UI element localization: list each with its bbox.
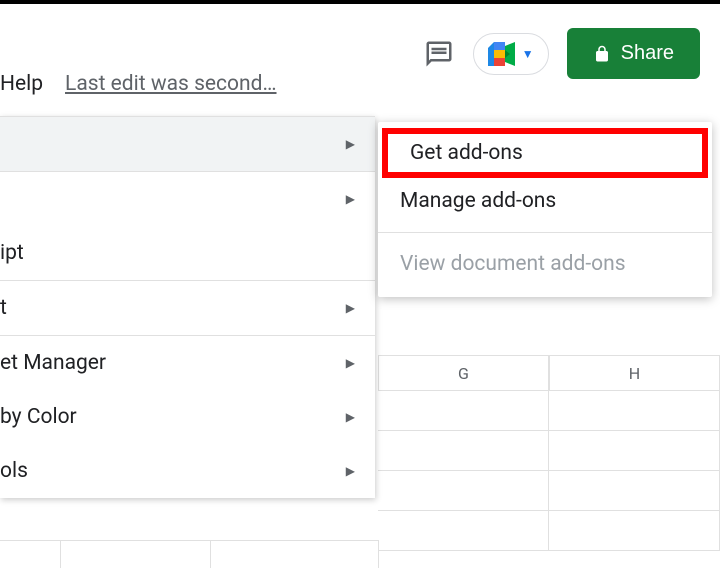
comment-history-icon[interactable] [423,38,455,70]
col-divider [210,540,211,568]
cell[interactable] [549,511,720,551]
menu-item-apps-script[interactable]: ipt [0,226,375,280]
menu-item-label: ipt [0,241,24,265]
cell[interactable] [378,511,549,551]
menu-item-tools[interactable]: ols ▶ [0,444,375,498]
cell[interactable] [549,431,720,471]
last-edit-link[interactable]: Last edit was second… [65,72,277,96]
menu-item-label: by Color [0,405,77,429]
submenu-arrow-icon: ▶ [346,137,355,151]
addons-submenu: Get add-ons Manage add-ons View document… [378,122,712,297]
cell[interactable] [549,391,720,431]
submenu-arrow-icon: ▶ [346,301,355,315]
grid-border [0,540,378,541]
menu-item-label: t [0,296,7,320]
submenu-label: View document add-ons [400,252,626,276]
column-header-g[interactable]: G [378,355,549,391]
menu-item-generic-1[interactable]: t ▶ [0,281,375,335]
dropdown-caret-icon: ▼ [522,47,534,61]
submenu-manage-addons[interactable]: Manage add-ons [378,176,712,226]
column-headers: G H [378,355,720,391]
menu-item-label: et Manager [0,351,106,375]
share-label: Share [621,42,674,65]
lock-icon [593,45,611,63]
submenu-label: Get add-ons [410,141,523,165]
grid-row [378,391,720,431]
menu-help[interactable]: Help [0,72,43,96]
grid-row [378,431,720,471]
menu-item-macros[interactable]: ▶ [0,172,375,226]
menu-item-by-color[interactable]: by Color ▶ [0,390,375,444]
spreadsheet-grid[interactable]: G H [378,355,720,568]
col-divider [60,540,61,568]
menubar: Help Last edit was second… [0,72,277,96]
col-divider [378,540,379,568]
grid-row [378,471,720,511]
submenu-arrow-icon: ▶ [346,410,355,424]
menu-item-sheet-manager[interactable]: et Manager ▶ [0,336,375,390]
menu-item-label: ols [0,459,28,483]
window-top-border [0,0,720,4]
cell[interactable] [378,431,549,471]
grid-row [378,511,720,551]
header-toolbar: ▼ Share [423,28,700,79]
share-button[interactable]: Share [567,28,700,79]
meet-button[interactable]: ▼ [473,33,549,75]
cell[interactable] [378,471,549,511]
submenu-get-addons[interactable]: Get add-ons [382,128,708,178]
divider [378,232,712,233]
submenu-arrow-icon: ▶ [346,356,355,370]
submenu-label: Manage add-ons [400,189,556,213]
menu-item-addons[interactable]: ▶ [0,117,375,171]
submenu-arrow-icon: ▶ [346,464,355,478]
column-header-h[interactable]: H [549,355,720,391]
submenu-view-doc-addons: View document add-ons [378,239,712,289]
google-meet-icon [488,42,518,66]
cell[interactable] [549,471,720,511]
submenu-arrow-icon: ▶ [346,192,355,206]
cell[interactable] [378,391,549,431]
extensions-menu-dropdown: ▶ ▶ ipt t ▶ et Manager ▶ by Color ▶ ols … [0,116,375,498]
